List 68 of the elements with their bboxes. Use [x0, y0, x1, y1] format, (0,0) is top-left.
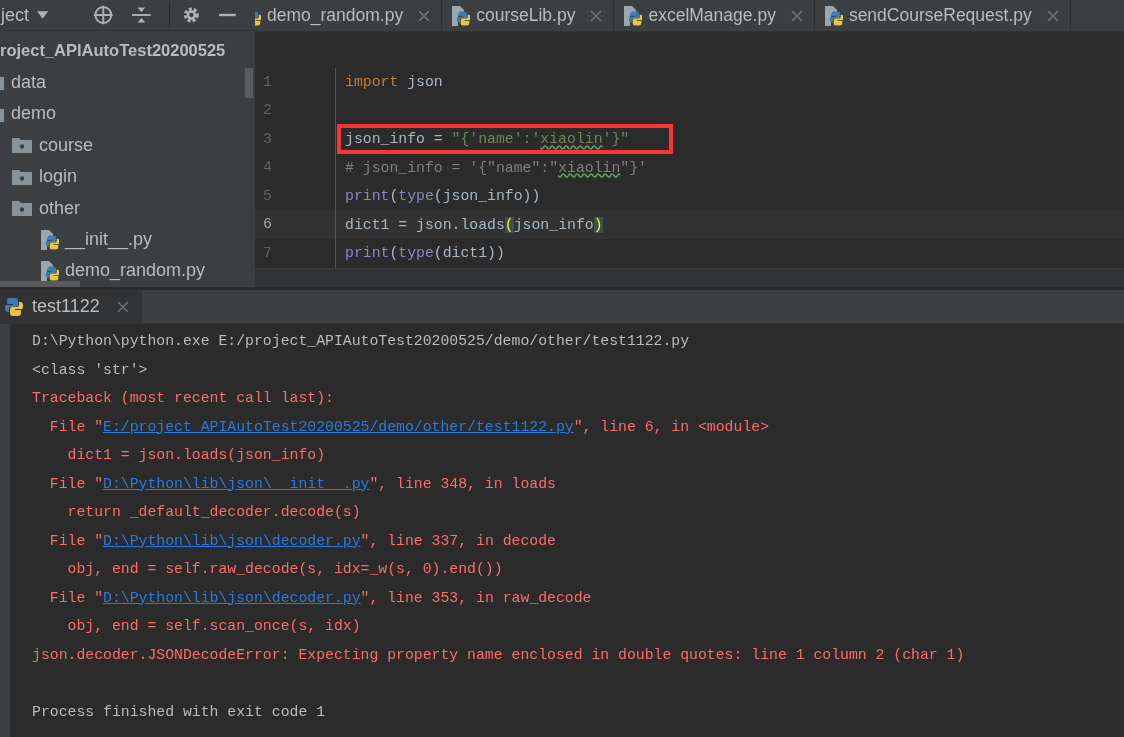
code-line: json_info = "{'name':'xiaolin'}"	[345, 131, 630, 148]
line-number: 1	[262, 73, 273, 91]
close-icon[interactable]	[589, 8, 604, 23]
console-text: ", line 348, in loads	[369, 475, 556, 492]
close-icon[interactable]	[1045, 8, 1060, 23]
console-line: obj, end = self.raw_decode(s, idx=_w(s, 0).end())	[66, 560, 504, 579]
line-number: 2	[262, 102, 273, 120]
editor-tab[interactable]: demo_random.py	[255, 0, 443, 31]
run-tab[interactable]: test1122	[0, 290, 142, 323]
console-line: return _default_decoder.decode(s)	[66, 503, 362, 522]
scrollbar-thumb[interactable]	[245, 68, 253, 98]
package-folder-icon	[11, 167, 33, 186]
dropdown-caret-icon	[37, 11, 49, 19]
line-number: 4	[262, 159, 273, 177]
file-link[interactable]: D:\Python\lib\json\decoder.py	[103, 589, 361, 606]
console-text: File "	[48, 418, 104, 435]
console-text: File "	[48, 475, 104, 492]
console-line: dict1 = json.loads(json_info)	[66, 446, 327, 465]
close-icon[interactable]	[417, 8, 432, 23]
editor-tab[interactable]: excelManage.py	[614, 0, 815, 31]
code-line: import json	[345, 74, 443, 91]
package-folder-icon	[11, 199, 33, 218]
code-line: print(type(json_info))	[345, 188, 541, 205]
file-link[interactable]: E:/project_APIAutoTest20200525/demo/other/test1122.py	[103, 418, 574, 435]
line-number: 6	[262, 216, 273, 234]
panel-title[interactable]: ject	[1, 4, 29, 26]
python-icon	[4, 295, 24, 318]
console-text: ", line 353, in raw_decode	[360, 589, 592, 606]
console-text: ", line 6, in <module>	[573, 418, 770, 435]
console-line: <class 'str'>	[32, 360, 149, 380]
close-icon[interactable]	[115, 299, 130, 314]
package-folder-icon	[11, 136, 33, 155]
tree-item[interactable]: demo_random.py	[65, 260, 206, 281]
crosshair-icon[interactable]	[93, 4, 114, 26]
console-text: File "	[48, 589, 104, 606]
console-line: Process finished with exit code 1	[32, 702, 327, 722]
line-number: 5	[262, 187, 273, 205]
settings-icon[interactable]	[181, 5, 201, 25]
console-text: ", line 337, in decode	[360, 532, 556, 549]
tree-item[interactable]: roject_APIAutoTest20200525	[0, 41, 226, 61]
tree-item[interactable]: __init__.py	[65, 229, 153, 251]
collapse-icon[interactable]	[131, 5, 151, 25]
console-line: Traceback (most recent call last):	[32, 389, 335, 408]
code-line: dict1 = json.loads(json_info)	[345, 216, 603, 233]
editor-tab[interactable]: sendCourseRequest.py	[814, 0, 1071, 31]
console-line: obj, end = self.scan_once(s, idx)	[66, 617, 362, 636]
line-number: 7	[262, 244, 273, 262]
console-line: json.decoder.JSONDecodeError: Expecting property name enclosed in double quotes: line 1 column 2 (char 1)	[32, 645, 966, 665]
editor-tab[interactable]: courseLib.py	[442, 0, 615, 31]
close-icon[interactable]	[789, 8, 804, 23]
tree-item[interactable]: other	[39, 197, 81, 219]
python-file-icon	[39, 229, 59, 251]
python-file-icon	[622, 5, 643, 26]
tree-item[interactable]: data	[11, 71, 47, 93]
tree-item[interactable]: course	[39, 134, 94, 156]
code-line: # json_info = '{"name":"xiaolin"}'	[345, 159, 647, 176]
console-line: D:\Python\python.exe E:/project_APIAutoTest20200525/demo/other/test1122.py	[32, 332, 691, 351]
python-file-icon	[450, 5, 471, 26]
code-line: print(type(dict1))	[345, 245, 505, 262]
scrollbar-thumb[interactable]	[0, 281, 80, 287]
tree-item[interactable]: login	[39, 166, 78, 188]
python-file-icon	[822, 5, 843, 26]
file-link[interactable]: D:\Python\lib\json\decoder.py	[103, 532, 361, 549]
console-text: File "	[48, 532, 104, 549]
file-link[interactable]: D:\Python\lib\json\__init__.py	[103, 475, 370, 492]
line-number: 3	[262, 130, 273, 148]
tree-item[interactable]: demo	[11, 103, 57, 125]
python-file-icon	[39, 260, 59, 281]
